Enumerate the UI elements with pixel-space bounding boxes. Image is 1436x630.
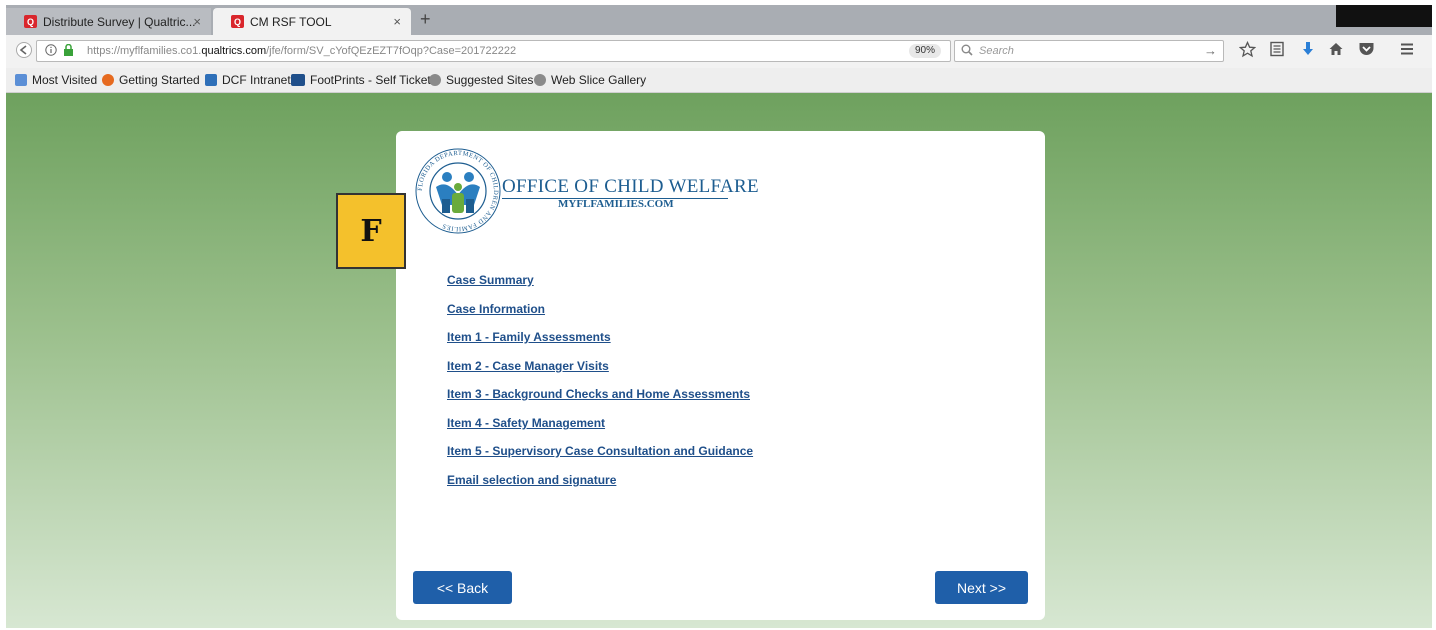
dcf-icon [205,74,217,86]
link-email-selection[interactable]: Email selection and signature [447,473,616,487]
tab-label: Distribute Survey | Qualtric... [43,14,196,29]
reading-list-icon[interactable] [1269,41,1285,61]
bookmark-star-icon[interactable] [1238,40,1257,62]
info-icon[interactable] [45,44,57,59]
footprints-icon [291,74,305,86]
link-item-4[interactable]: Item 4 - Safety Management [447,416,605,430]
lock-icon [63,43,74,59]
bookmark-web-slice-gallery[interactable]: Web Slice Gallery [534,73,646,87]
globe-icon [429,74,441,86]
search-placeholder: Search [979,45,1014,57]
tab-distribute-survey[interactable]: Q Distribute Survey | Qualtric... × [6,8,211,35]
url-text: https://myflfamilies.co1.qualtrics.com/j… [87,45,517,57]
next-button[interactable]: Next >> [935,571,1028,604]
qualtrics-favicon-icon: Q [231,15,244,28]
home-icon[interactable] [1328,41,1344,61]
url-bar[interactable]: https://myflfamilies.co1.qualtrics.com/j… [36,40,967,62]
dcf-seal-logo: FLORIDA DEPARTMENT OF CHILDREN AND FAMIL… [415,148,501,234]
pocket-icon[interactable] [1358,41,1375,61]
firefox-icon [102,74,114,86]
new-tab-button[interactable]: + [420,9,431,30]
folder-icon [15,74,27,86]
search-go-icon[interactable]: → [1204,43,1217,58]
back-button[interactable]: << Back [413,571,512,604]
browser-window: Q Distribute Survey | Qualtric... × Q CM… [6,5,1432,628]
zoom-level[interactable]: 90% [909,44,942,58]
search-icon [961,44,973,59]
search-bar[interactable]: Search → [954,40,1224,62]
office-title: OFFICE OF CHILD WELFARE [502,176,759,197]
bookmark-most-visited[interactable]: Most Visited [15,73,97,87]
navigation-bar: https://myflfamilies.co1.qualtrics.com/j… [6,35,1432,68]
downloads-icon[interactable] [1300,41,1316,61]
page-content: FLORIDA DEPARTMENT OF CHILDREN AND FAMIL… [6,93,1432,628]
link-item-5[interactable]: Item 5 - Supervisory Case Consultation a… [447,444,753,458]
bookmark-suggested-sites[interactable]: Suggested Sites [429,73,533,87]
figure-marker-label: F [336,193,406,269]
bookmark-getting-started[interactable]: Getting Started [102,73,200,87]
tab-label: CM RSF TOOL [250,14,332,29]
tab-strip: Q Distribute Survey | Qualtric... × Q CM… [6,5,1432,35]
tab-cm-rsf-tool[interactable]: Q CM RSF TOOL × [213,8,411,35]
survey-card: FLORIDA DEPARTMENT OF CHILDREN AND FAMIL… [396,131,1045,620]
menu-icon[interactable] [1399,41,1415,61]
link-case-summary[interactable]: Case Summary [447,273,534,287]
close-tab-icon[interactable]: × [193,14,201,29]
bookmark-footprints[interactable]: FootPrints - Self Ticket [291,73,431,87]
close-tab-icon[interactable]: × [393,14,401,29]
link-item-3[interactable]: Item 3 - Background Checks and Home Asse… [447,387,750,401]
globe-icon [534,74,546,86]
bookmarks-bar: Most Visited Getting Started DCF Intrane… [6,68,1432,93]
qualtrics-favicon-icon: Q [24,15,37,28]
redacted-area [1336,5,1432,27]
bookmark-dcf-intranet[interactable]: DCF Intranet [205,73,291,87]
office-subtitle: MYFLFAMILIES.COM [558,198,674,210]
link-item-1[interactable]: Item 1 - Family Assessments [447,330,611,344]
back-arrow-icon[interactable] [16,42,32,62]
link-item-2[interactable]: Item 2 - Case Manager Visits [447,359,609,373]
link-case-information[interactable]: Case Information [447,302,545,316]
